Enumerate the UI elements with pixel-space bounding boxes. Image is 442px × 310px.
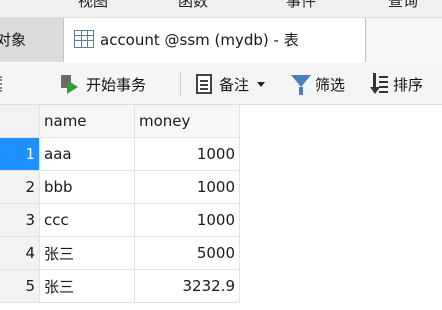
row-number[interactable]: 2 <box>0 171 40 204</box>
sort-button[interactable]: 排序 <box>370 69 424 99</box>
menu-item-query[interactable]: 查询 <box>388 0 418 11</box>
tab-account-table[interactable]: account @ssm (mydb) - 表 <box>64 18 366 62</box>
begin-transaction-button[interactable]: 开始事务 <box>60 69 146 99</box>
cell-name[interactable]: aaa <box>40 138 135 171</box>
row-number[interactable]: 3 <box>0 204 40 237</box>
row-number[interactable]: 4 <box>0 237 40 270</box>
row-number[interactable]: 5 <box>0 270 40 303</box>
cell-money[interactable]: 1000 <box>135 204 240 237</box>
begin-transaction-icon <box>60 74 80 94</box>
cell-money[interactable]: 5000 <box>135 237 240 270</box>
note-dropdown-caret-icon[interactable] <box>257 81 266 87</box>
tab-strip: 对象 account @ssm (mydb) - 表 <box>0 18 442 62</box>
sort-icon <box>370 73 389 95</box>
table-icon <box>74 30 94 48</box>
note-icon <box>196 74 212 94</box>
tab-account-table-label: account @ssm (mydb) - 表 <box>100 31 299 49</box>
cell-money[interactable]: 3232.9 <box>135 270 240 303</box>
tab-objects-label: 对象 <box>0 31 27 49</box>
filter-label: 筛选 <box>315 75 346 94</box>
menu-item-events[interactable]: 事件 <box>286 0 316 11</box>
menu-item-functions[interactable]: 函数 <box>178 0 208 11</box>
row-number-header[interactable] <box>0 105 40 138</box>
begin-transaction-label: 开始事务 <box>86 75 147 94</box>
filter-button[interactable]: 筛选 <box>291 69 345 99</box>
cell-name[interactable]: 张三 <box>40 270 135 303</box>
cell-name[interactable]: ccc <box>40 204 135 237</box>
cell-money[interactable]: 1000 <box>135 138 240 171</box>
cell-name[interactable]: 张三 <box>40 237 135 270</box>
column-header-name[interactable]: name <box>40 105 135 138</box>
sort-label: 排序 <box>393 75 424 94</box>
toolbar-separator <box>180 71 181 97</box>
menu-item-view[interactable]: 视图 <box>78 0 108 11</box>
note-label: 备注 <box>219 75 250 94</box>
note-button[interactable]: 备注 <box>196 69 266 99</box>
row-number[interactable]: 1 <box>0 138 40 171</box>
cell-money[interactable]: 1000 <box>135 171 240 204</box>
menu-bar: 视图 函数 事件 查询 <box>0 0 442 18</box>
column-header-money[interactable]: money <box>135 105 240 138</box>
tab-objects[interactable]: 对象 <box>0 18 64 62</box>
cell-name[interactable]: bbb <box>40 171 135 204</box>
table-toolbar: 开始事务 备注 筛选 排序 <box>0 63 442 105</box>
filter-icon <box>291 73 315 95</box>
tab-strip-empty-area <box>367 18 442 62</box>
toolbar-grip[interactable] <box>0 76 6 92</box>
